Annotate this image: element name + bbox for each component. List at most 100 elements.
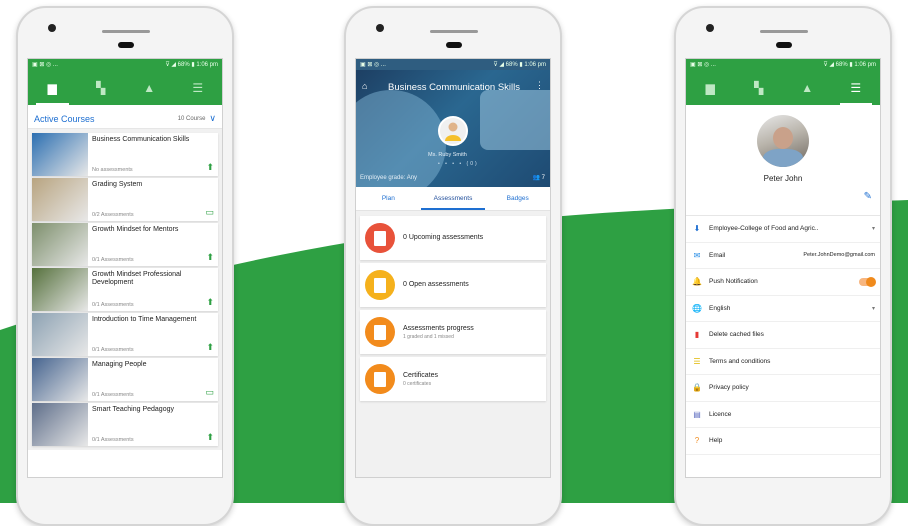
settings-row[interactable]: 🌐 English ▾	[686, 296, 880, 322]
tab-plan[interactable]: Plan	[356, 187, 421, 210]
settings-row[interactable]: ▮ Delete cached files	[686, 322, 880, 349]
phone-settings: ▣ ⊠ ◎ ... ⊽ ◢ 68% ▮ 1:06 pm ▆ ▚ ▲ ☰ Pete…	[674, 6, 892, 526]
nav-messages[interactable]: ▚	[735, 70, 784, 105]
assessment-title: 0 Upcoming assessments	[403, 233, 484, 241]
assessment-card[interactable]: 0 Upcoming assessments	[360, 216, 546, 260]
course-title: Growth Mindset for Mentors	[92, 226, 179, 233]
bell-icon: 🔔	[692, 277, 702, 287]
settings-label: Licence	[709, 410, 732, 418]
book-icon: ▆	[705, 80, 715, 95]
profile-section: Peter John ✎	[686, 115, 880, 215]
chat-icon: ▚	[754, 80, 764, 95]
person-icon: ⬆	[206, 252, 214, 262]
course-thumbnail	[32, 403, 88, 446]
nav-messages[interactable]: ▚	[77, 70, 126, 105]
sensor	[118, 42, 134, 48]
course-title: Smart Teaching Pedagogy	[92, 406, 174, 413]
settings-row[interactable]: ? Help	[686, 428, 880, 455]
sensor	[776, 42, 792, 48]
settings-row[interactable]: ☰ Terms and conditions	[686, 349, 880, 375]
teacher-avatar	[438, 116, 468, 146]
course-card[interactable]: Growth Mindset for Mentors 0/1 Assessment…	[32, 223, 218, 266]
settings-row[interactable]: ⬇ Employee-College of Food and Agric.. ▾	[686, 216, 880, 243]
trash-icon: ▮	[694, 330, 700, 340]
assessment-title: 0 Open assessments	[403, 280, 469, 288]
person-icon: ⬆	[206, 342, 214, 352]
course-card[interactable]: Managing People 0/1 Assessments ▭	[32, 358, 218, 401]
nav-courses[interactable]: ▆	[28, 70, 77, 105]
course-card[interactable]: Introduction to Time Management 0/1 Asses…	[32, 313, 218, 356]
speaker	[430, 30, 478, 33]
nav-menu[interactable]: ☰	[174, 70, 223, 105]
camera	[376, 24, 384, 32]
settings-row[interactable]: 🔔 Push Notification	[686, 269, 880, 296]
nav-notifications[interactable]: ▲	[125, 70, 174, 105]
nav-menu[interactable]: ☰	[832, 70, 881, 105]
assessment-icon	[365, 223, 395, 253]
person-icon: ⬆	[206, 297, 214, 307]
monitor-icon: ▭	[205, 387, 214, 397]
course-info: Introduction to Time Management 0/1 Asses…	[88, 313, 218, 356]
course-assessments: No assessments	[92, 167, 133, 173]
chevron-down-icon: ∨	[209, 113, 216, 123]
settings-row[interactable]: ▤ Licence	[686, 402, 880, 428]
edit-profile-icon[interactable]: ✎	[864, 191, 872, 202]
status-right: ⊽ ◢ 68% ▮ 1:06 pm	[165, 62, 218, 68]
lock-icon: 🔒	[692, 383, 702, 393]
tab-badges[interactable]: Badges	[485, 187, 550, 210]
camera	[48, 24, 56, 32]
course-title: Grading System	[92, 181, 143, 188]
status-left: ▣ ⊠ ◎ ...	[690, 62, 716, 68]
status-right: ⊽ ◢ 68% ▮ 1:06 pm	[493, 62, 546, 68]
settings-row[interactable]: 🔒 Privacy policy	[686, 375, 880, 402]
course-card[interactable]: Business Communication Skills No assessme…	[32, 133, 218, 176]
assessment-card[interactable]: Certificates 0 certificates	[360, 357, 546, 401]
bottom-nav: ▆ ▚ ▲ ☰	[686, 70, 880, 105]
settings-label: Help	[709, 437, 723, 445]
course-title: Business Communication Skills	[388, 82, 520, 93]
menu-icon: ☰	[850, 80, 862, 95]
settings-row[interactable]: ✉ Email Peter.JohnDemo@gmail.com	[686, 243, 880, 269]
notification-toggle[interactable]	[859, 276, 876, 287]
nav-courses[interactable]: ▆	[686, 70, 735, 105]
settings-label: Push Notification	[709, 278, 758, 286]
course-card[interactable]: Growth Mindset Professional Development 0…	[32, 268, 218, 311]
dropdown-caret-icon: ▾	[871, 226, 875, 233]
assessment-text: Assessments progress 1 graded and 1 misse…	[403, 325, 474, 340]
settings-list: ⬇ Employee-College of Food and Agric.. ▾ ✉ E…	[686, 215, 880, 455]
course-count-dropdown[interactable]: 10 Course ∨	[178, 113, 216, 124]
course-info: Business Communication Skills No assessme…	[88, 133, 218, 176]
course-card[interactable]: Grading System 0/2 Assessments ▭	[32, 178, 218, 221]
teacher-name: Ms. Ruby Smith	[428, 152, 467, 158]
settings-label: Delete cached files	[709, 331, 764, 339]
course-thumbnail	[32, 268, 88, 311]
status-right: ⊽ ◢ 68% ▮ 1:06 pm	[823, 62, 876, 68]
course-thumbnail	[32, 178, 88, 221]
home-icon[interactable]: ⌂	[362, 81, 367, 91]
course-info: Growth Mindset Professional Development 0…	[88, 268, 218, 311]
tab-assessments[interactable]: Assessments	[420, 187, 486, 210]
help-icon: ?	[694, 436, 700, 446]
members-value: 7	[541, 175, 545, 181]
course-card[interactable]: Smart Teaching Pedagogy 0/1 Assessments ⬆	[32, 403, 218, 446]
phone-course-detail: ▣ ⊠ ◎ ... ⊽ ◢ 68% ▮ 1:06 pm ⌂ Business C…	[344, 6, 562, 526]
assessment-icon	[365, 317, 395, 347]
person-icon: ⬆	[206, 432, 214, 442]
sensor	[446, 42, 462, 48]
course-info: Smart Teaching Pedagogy 0/1 Assessments	[88, 403, 218, 446]
nav-notifications[interactable]: ▲	[783, 70, 832, 105]
status-left: ▣ ⊠ ◎ ...	[360, 62, 386, 68]
assessment-card[interactable]: Assessments progress 1 graded and 1 misse…	[360, 310, 546, 354]
assessment-card[interactable]: 0 Open assessments	[360, 263, 546, 307]
settings-value: Peter.JohnDemo@gmail.com	[803, 252, 875, 259]
book-icon: ▆	[47, 80, 57, 95]
settings-label: Email	[709, 251, 726, 259]
course-assessments: 0/2 Assessments	[92, 212, 134, 218]
status-left: ▣ ⊠ ◎ ...	[32, 62, 58, 68]
avatar[interactable]	[757, 115, 809, 167]
screen: ▣ ⊠ ◎ ... ⊽ ◢ 68% ▮ 1:06 pm ⌂ Business C…	[355, 58, 551, 478]
more-icon[interactable]: ⋮	[535, 80, 544, 91]
course-thumbnail	[32, 133, 88, 176]
settings-label: Employee-College of Food and Agric..	[709, 225, 819, 233]
bell-icon: ▲	[143, 80, 156, 95]
